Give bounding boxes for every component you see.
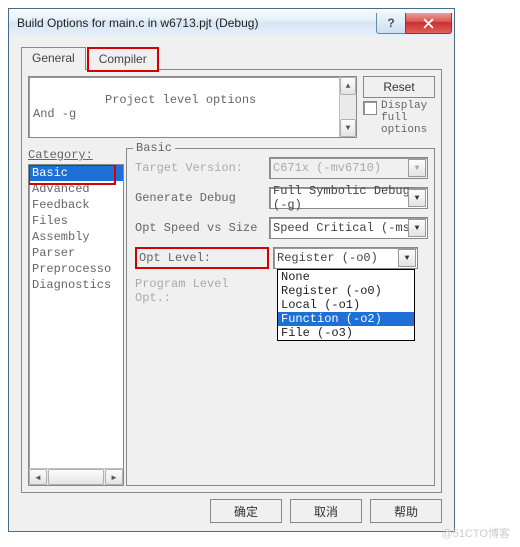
display-full-checkbox[interactable]: Display full options — [363, 100, 435, 136]
combo-opt-level[interactable]: Register (-o0) ▼ — [273, 247, 418, 269]
scroll-up-icon[interactable]: ▲ — [340, 77, 356, 95]
window-buttons — [377, 13, 452, 33]
ok-button[interactable]: 确定 — [210, 499, 282, 523]
options-text: Project level options And -g — [33, 93, 256, 121]
chevron-down-icon: ▼ — [408, 159, 426, 177]
category-item-feedback[interactable]: Feedback — [29, 197, 123, 213]
opt-level-option-function[interactable]: Function (-o2) — [278, 312, 414, 326]
row-opt-level: Opt Level: Register (-o0) ▼ None Registe… — [135, 247, 428, 269]
category-item-files[interactable]: Files — [29, 213, 123, 229]
window-title: Build Options for main.c in w6713.pjt (D… — [17, 16, 377, 30]
value-opt-level: Register (-o0) — [277, 251, 378, 265]
row-opt-speed: Opt Speed vs Size Speed Critical (-ms1) … — [135, 217, 428, 239]
reset-button[interactable]: Reset — [363, 76, 435, 98]
scroll-right-icon[interactable]: ► — [105, 469, 123, 485]
opt-level-option-register[interactable]: Register (-o0) — [278, 284, 414, 298]
opt-level-option-file[interactable]: File (-o3) — [278, 326, 414, 340]
combo-opt-speed[interactable]: Speed Critical (-ms1) ▼ — [269, 217, 428, 239]
label-prog-level: Program Level Opt.: — [135, 277, 265, 305]
group-legend: Basic — [133, 141, 175, 155]
chevron-down-icon[interactable]: ▼ — [408, 219, 426, 237]
category-column: Category: Basic Advanced Feedback Files … — [28, 148, 124, 486]
basic-group: Basic Target Version: C671x (-mv6710) ▼ … — [126, 148, 435, 486]
client-area: General Compiler Project level options A… — [9, 37, 454, 531]
tab-body: Project level options And -g ▲ ▼ Reset D… — [21, 69, 442, 493]
right-col: Reset Display full options — [363, 76, 435, 138]
dialog-window: Build Options for main.c in w6713.pjt (D… — [8, 8, 455, 532]
chevron-down-icon[interactable]: ▼ — [398, 249, 416, 267]
category-item-diagnostics[interactable]: Diagnostics — [29, 277, 123, 293]
tab-general[interactable]: General — [21, 47, 86, 70]
category-item-advanced[interactable]: Advanced — [29, 181, 123, 197]
tab-strip: General Compiler — [21, 47, 442, 70]
value-opt-speed: Speed Critical (-ms1) — [273, 221, 424, 235]
options-scrollbar[interactable]: ▲ ▼ — [339, 77, 356, 137]
help-icon[interactable] — [376, 13, 406, 34]
combo-gen-debug[interactable]: Full Symbolic Debug (-g) ▼ — [269, 187, 428, 209]
dialog-buttons: 确定 取消 帮助 — [210, 499, 442, 523]
opt-level-dropdown[interactable]: None Register (-o0) Local (-o1) Function… — [277, 269, 415, 341]
category-label: Category: — [28, 148, 124, 162]
label-target-version: Target Version: — [135, 161, 265, 175]
label-opt-level: Opt Level: — [135, 247, 269, 269]
checkbox-icon[interactable] — [363, 101, 377, 115]
category-list[interactable]: Basic Advanced Feedback Files Assembly P… — [28, 164, 124, 486]
category-hscrollbar[interactable]: ◄ ► — [29, 468, 123, 485]
label-gen-debug: Generate Debug — [135, 191, 265, 205]
watermark: @51CTO博客 — [442, 525, 510, 541]
cancel-button[interactable]: 取消 — [290, 499, 362, 523]
opt-level-option-none[interactable]: None — [278, 270, 414, 284]
display-full-label: Display full options — [381, 100, 427, 136]
row-target-version: Target Version: C671x (-mv6710) ▼ — [135, 157, 428, 179]
top-row: Project level options And -g ▲ ▼ Reset D… — [28, 76, 435, 138]
value-target-version: C671x (-mv6710) — [273, 161, 381, 175]
bottom-row: Category: Basic Advanced Feedback Files … — [28, 148, 435, 486]
row-gen-debug: Generate Debug Full Symbolic Debug (-g) … — [135, 187, 428, 209]
chevron-down-icon[interactable]: ▼ — [408, 189, 426, 207]
scroll-thumb[interactable] — [48, 469, 104, 485]
help-button[interactable]: 帮助 — [370, 499, 442, 523]
scroll-left-icon[interactable]: ◄ — [29, 469, 47, 485]
label-opt-speed: Opt Speed vs Size — [135, 221, 265, 235]
category-item-parser[interactable]: Parser — [29, 245, 123, 261]
scroll-down-icon[interactable]: ▼ — [340, 119, 356, 137]
category-item-basic[interactable]: Basic — [29, 165, 123, 181]
close-icon[interactable] — [405, 13, 452, 34]
opt-level-option-local[interactable]: Local (-o1) — [278, 298, 414, 312]
tab-compiler[interactable]: Compiler — [88, 48, 158, 71]
titlebar: Build Options for main.c in w6713.pjt (D… — [9, 9, 454, 38]
value-gen-debug: Full Symbolic Debug (-g) — [273, 184, 427, 212]
combo-target-version: C671x (-mv6710) ▼ — [269, 157, 428, 179]
category-item-preprocessor[interactable]: Preprocesso — [29, 261, 123, 277]
category-item-assembly[interactable]: Assembly — [29, 229, 123, 245]
options-textarea[interactable]: Project level options And -g ▲ ▼ — [28, 76, 357, 138]
